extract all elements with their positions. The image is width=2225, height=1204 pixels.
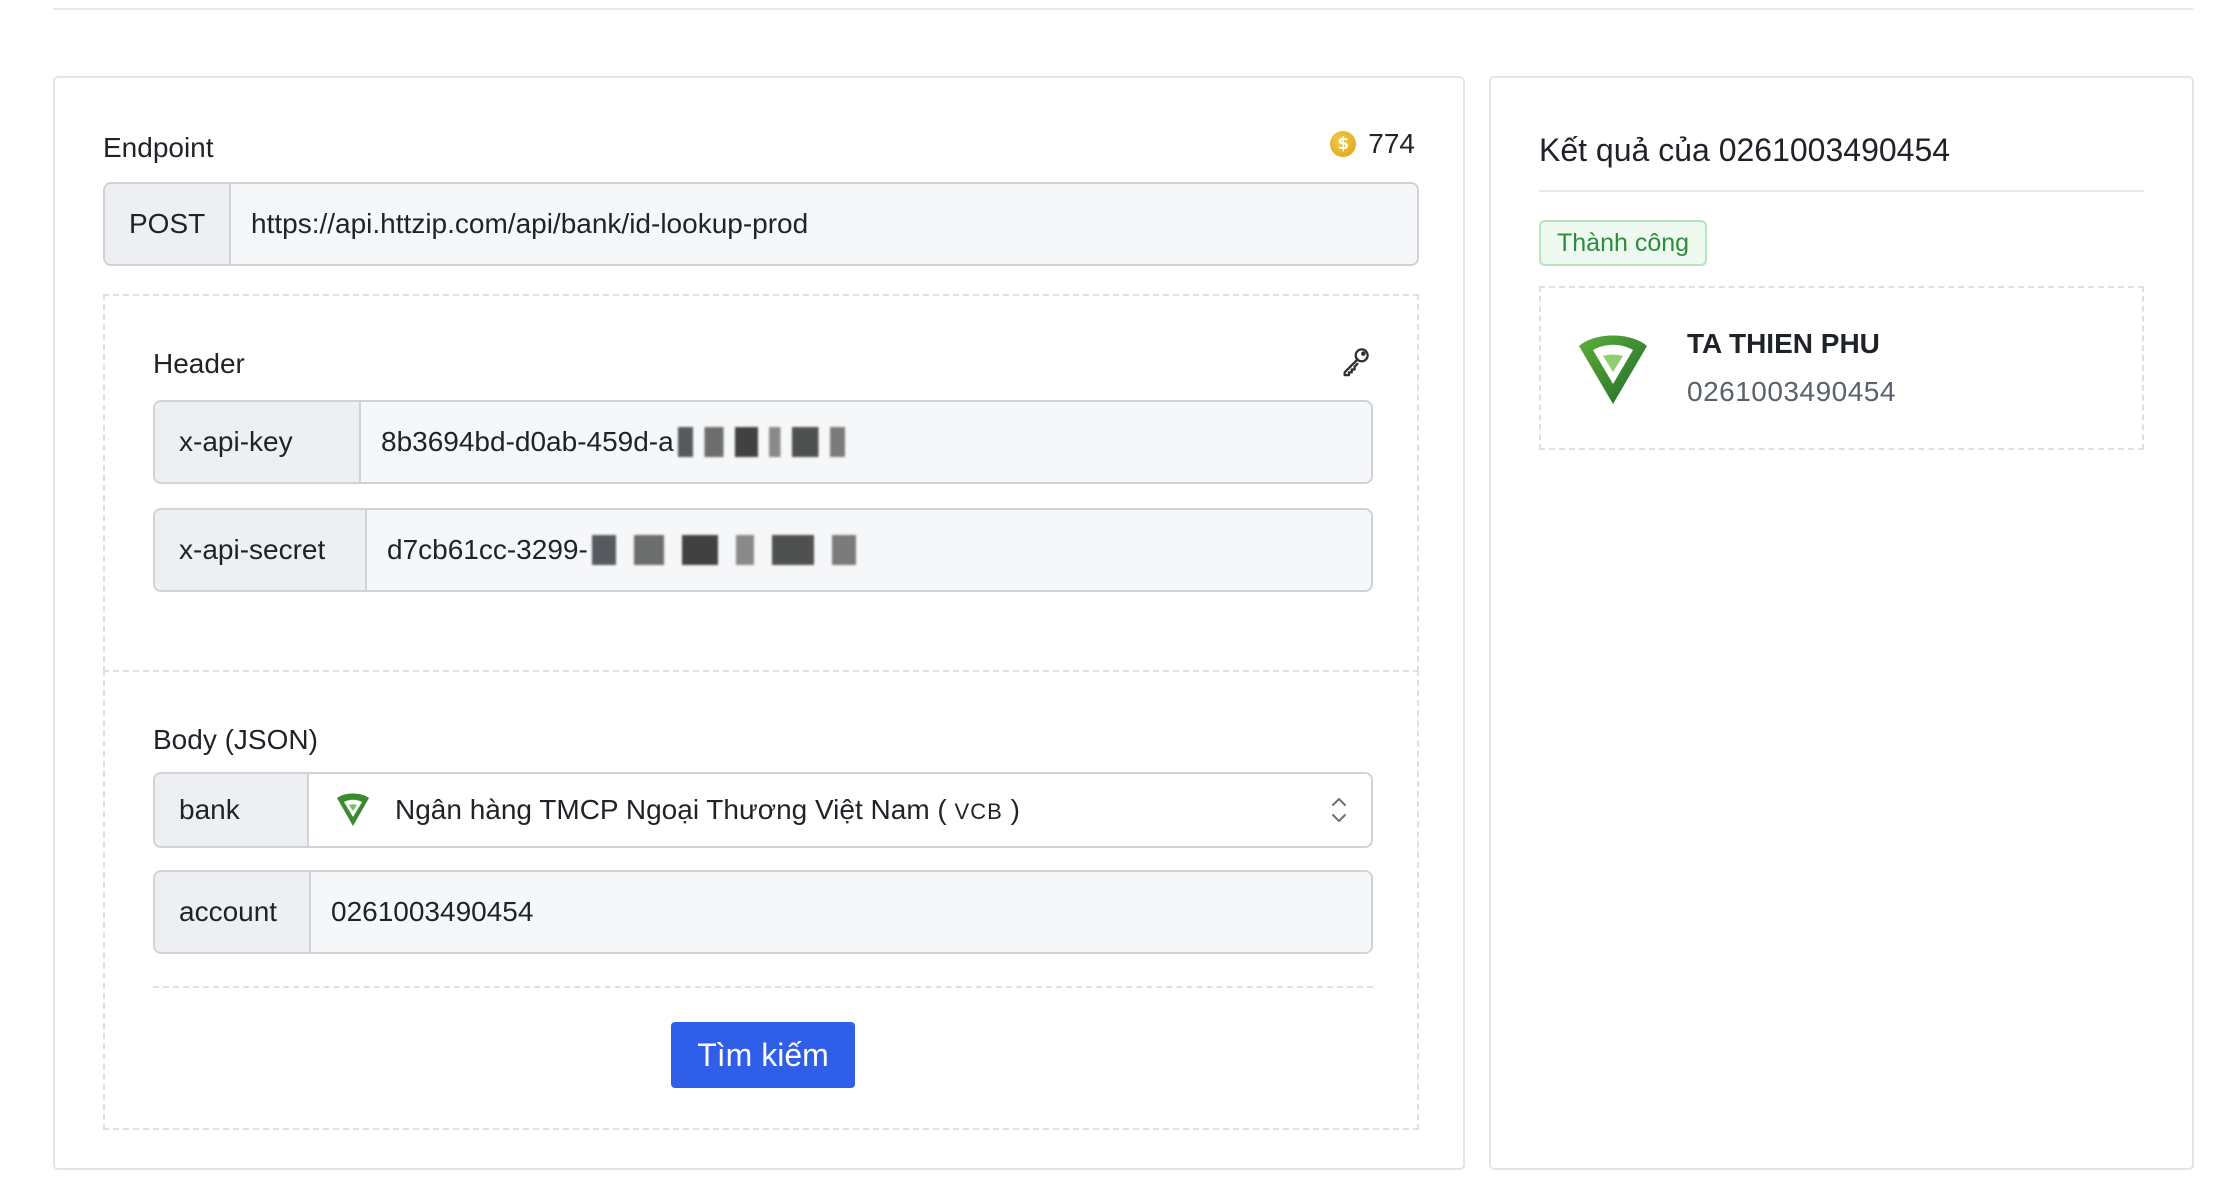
body-divider <box>153 986 1373 988</box>
api-secret-input-group: x-api-secret d7cb61cc-3299- <box>153 508 1373 592</box>
api-key-field[interactable]: 8b3694bd-d0ab-459d-a <box>361 402 1371 482</box>
account-field[interactable]: 0261003490454 <box>311 872 1371 952</box>
account-input-group: account 0261003490454 <box>153 870 1373 954</box>
top-divider <box>53 8 2193 10</box>
select-chevrons-icon <box>1332 798 1346 822</box>
api-secret-value: d7cb61cc-3299- <box>387 534 588 565</box>
credit-balance: $ 774 <box>1330 128 1415 160</box>
vcb-logo-icon <box>337 793 369 826</box>
bank-label: bank <box>155 774 309 846</box>
result-card: Kết quả của 0261003490454 Thành công TA … <box>1489 76 2194 1170</box>
account-label: account <box>155 872 311 952</box>
endpoint-label: Endpoint <box>103 132 214 163</box>
bank-close: ) <box>1002 794 1020 825</box>
http-method-label: POST <box>105 184 231 264</box>
api-key-value: 8b3694bd-d0ab-459d-a <box>381 426 674 457</box>
result-divider <box>1539 190 2144 192</box>
api-secret-field[interactable]: d7cb61cc-3299- <box>367 510 1371 590</box>
redacted-mask <box>677 427 868 457</box>
page: Endpoint $ 774 POST https://api.httzip.c… <box>0 0 2225 1204</box>
result-title: Kết quả của 0261003490454 <box>1539 132 1951 168</box>
status-badge: Thành công <box>1539 220 1708 266</box>
credit-value: 774 <box>1368 128 1415 159</box>
endpoint-input-group: POST https://api.httzip.com/api/bank/id-… <box>103 182 1419 266</box>
bank-input-group: bank Ngân hàng TMCP Ngoại Thương Việt Na… <box>153 772 1373 848</box>
api-key-input-group: x-api-key 8b3694bd-d0ab-459d-a <box>153 400 1373 484</box>
redacted-mask <box>591 535 892 565</box>
body-section-title: Body (JSON) <box>153 724 318 755</box>
header-section: Header x-api-key 8b3694bd-d0ab-459d-a x-… <box>103 294 1419 672</box>
bank-select[interactable]: Ngân hàng TMCP Ngoại Thương Việt Nam ( V… <box>309 774 1371 846</box>
key-icon[interactable] <box>1339 344 1373 378</box>
api-key-label: x-api-key <box>155 402 361 482</box>
result-item: TA THIEN PHU 0261003490454 <box>1539 286 2144 450</box>
header-section-title: Header <box>153 348 245 379</box>
request-card: Endpoint $ 774 POST https://api.httzip.c… <box>53 76 1465 1170</box>
account-holder-number: 0261003490454 <box>1687 376 1896 407</box>
body-section: Body (JSON) bank Ngân hàng TMCP Ngoại Th… <box>103 670 1419 1130</box>
account-holder-name: TA THIEN PHU <box>1687 328 1880 359</box>
endpoint-url-field[interactable]: https://api.httzip.com/api/bank/id-looku… <box>231 184 1417 264</box>
vcb-logo-icon <box>1579 335 1647 404</box>
api-secret-label: x-api-secret <box>155 510 367 590</box>
bank-name: Ngân hàng TMCP Ngoại Thương Việt Nam ( <box>395 794 955 825</box>
search-button[interactable]: Tìm kiếm <box>671 1022 855 1088</box>
bank-selected-value: Ngân hàng TMCP Ngoại Thương Việt Nam ( V… <box>395 794 1020 826</box>
dollar-coin-icon: $ <box>1330 131 1357 157</box>
bank-code: VCB <box>954 799 1003 824</box>
